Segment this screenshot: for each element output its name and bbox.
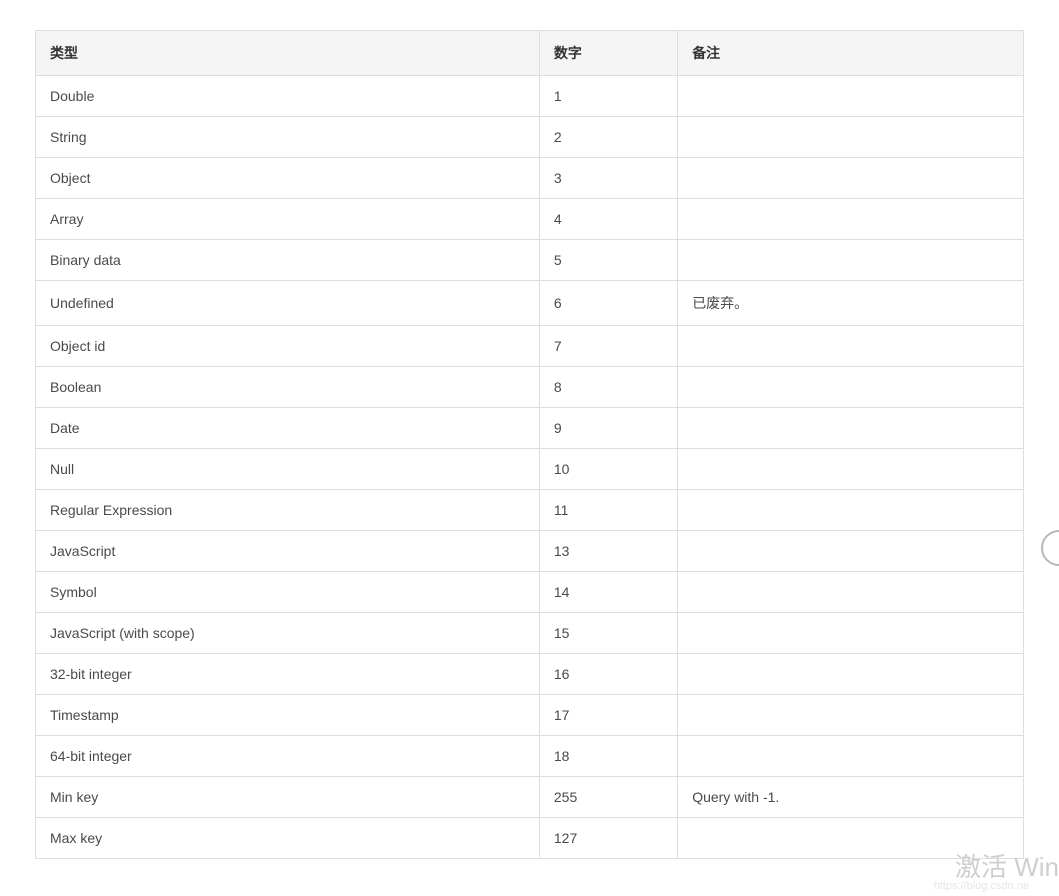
cell-type: JavaScript: [36, 531, 540, 572]
cell-note: [678, 326, 1024, 367]
cell-number: 255: [539, 777, 677, 818]
table-row: String2: [36, 117, 1024, 158]
cell-number: 3: [539, 158, 677, 199]
cell-note: [678, 654, 1024, 695]
table-row: Binary data5: [36, 240, 1024, 281]
header-number: 数字: [539, 31, 677, 76]
types-table: 类型 数字 备注 Double1String2Object3Array4Bina…: [35, 30, 1024, 859]
table-row: 32-bit integer16: [36, 654, 1024, 695]
table-row: Timestamp17: [36, 695, 1024, 736]
cell-note: [678, 199, 1024, 240]
cell-type: Null: [36, 449, 540, 490]
table-row: Boolean8: [36, 367, 1024, 408]
table-row: Undefined6已废弃。: [36, 281, 1024, 326]
cell-type: Symbol: [36, 572, 540, 613]
watermark-text: 激活 Win: [955, 847, 1059, 884]
cell-type: 64-bit integer: [36, 736, 540, 777]
cell-type: Boolean: [36, 367, 540, 408]
cell-type: Binary data: [36, 240, 540, 281]
cell-note: [678, 613, 1024, 654]
cell-note: [678, 572, 1024, 613]
cell-note: Query with -1.: [678, 777, 1024, 818]
cell-number: 18: [539, 736, 677, 777]
cell-note: [678, 531, 1024, 572]
cell-type: Object: [36, 158, 540, 199]
cell-type: Regular Expression: [36, 490, 540, 531]
cell-note: [678, 695, 1024, 736]
cell-type: Array: [36, 199, 540, 240]
cell-number: 17: [539, 695, 677, 736]
cell-note: [678, 449, 1024, 490]
cell-number: 6: [539, 281, 677, 326]
cell-note: 已废弃。: [678, 281, 1024, 326]
cell-type: Undefined: [36, 281, 540, 326]
cell-note: [678, 408, 1024, 449]
table-row: Max key127: [36, 818, 1024, 859]
cell-number: 14: [539, 572, 677, 613]
table-row: Array4: [36, 199, 1024, 240]
cell-type: String: [36, 117, 540, 158]
cell-number: 7: [539, 326, 677, 367]
cell-type: Min key: [36, 777, 540, 818]
table-row: Symbol14: [36, 572, 1024, 613]
cell-note: [678, 117, 1024, 158]
cell-type: Date: [36, 408, 540, 449]
table-row: JavaScript13: [36, 531, 1024, 572]
cell-number: 15: [539, 613, 677, 654]
cell-note: [678, 76, 1024, 117]
cell-number: 127: [539, 818, 677, 859]
cell-note: [678, 158, 1024, 199]
cell-number: 5: [539, 240, 677, 281]
cell-type: 32-bit integer: [36, 654, 540, 695]
cell-number: 4: [539, 199, 677, 240]
table-row: 64-bit integer18: [36, 736, 1024, 777]
cell-note: [678, 240, 1024, 281]
cell-number: 16: [539, 654, 677, 695]
cell-type: Object id: [36, 326, 540, 367]
table-row: Date9: [36, 408, 1024, 449]
cell-type: Timestamp: [36, 695, 540, 736]
cell-number: 9: [539, 408, 677, 449]
cell-note: [678, 367, 1024, 408]
cell-number: 11: [539, 490, 677, 531]
table-row: Object3: [36, 158, 1024, 199]
side-handle[interactable]: [1041, 530, 1059, 566]
table-row: Object id7: [36, 326, 1024, 367]
cell-number: 1: [539, 76, 677, 117]
table-row: JavaScript (with scope)15: [36, 613, 1024, 654]
cell-note: [678, 736, 1024, 777]
table-row: Null10: [36, 449, 1024, 490]
cell-number: 13: [539, 531, 677, 572]
table-body: Double1String2Object3Array4Binary data5U…: [36, 76, 1024, 859]
cell-note: [678, 490, 1024, 531]
cell-number: 8: [539, 367, 677, 408]
table-row: Regular Expression11: [36, 490, 1024, 531]
table-header-row: 类型 数字 备注: [36, 31, 1024, 76]
watermark-url: https://blog.csdn.ne: [934, 880, 1029, 892]
cell-type: JavaScript (with scope): [36, 613, 540, 654]
cell-type: Double: [36, 76, 540, 117]
header-type: 类型: [36, 31, 540, 76]
cell-number: 2: [539, 117, 677, 158]
table-row: Min key255Query with -1.: [36, 777, 1024, 818]
table-row: Double1: [36, 76, 1024, 117]
cell-type: Max key: [36, 818, 540, 859]
cell-number: 10: [539, 449, 677, 490]
header-note: 备注: [678, 31, 1024, 76]
